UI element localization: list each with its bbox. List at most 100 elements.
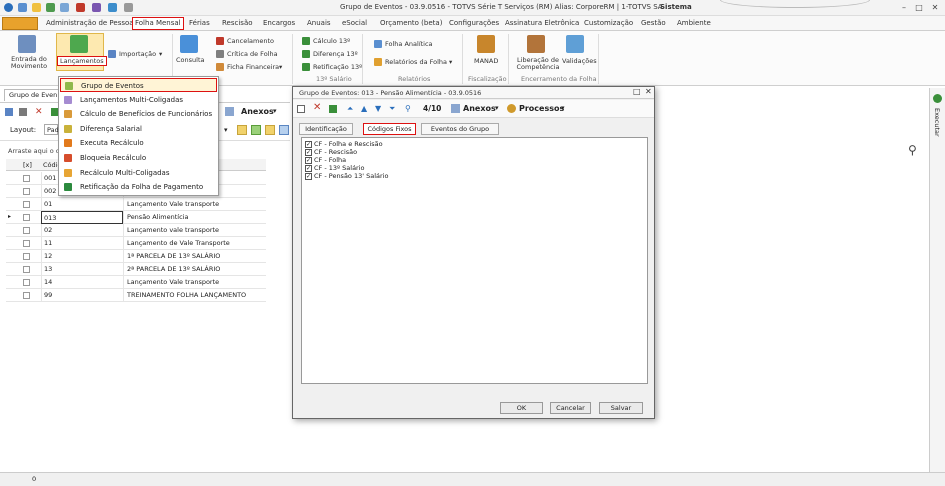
app-menu-button[interactable] [2,17,38,30]
table-row[interactable]: 13 2ª PARCELA DE 13º SALÁRIO [6,263,266,276]
settings-icon[interactable] [92,3,101,12]
tab-rescisao[interactable]: Rescisão [222,19,253,27]
close-icon[interactable]: ✕ [930,3,940,12]
list-item-checkbox[interactable]: ✓ [305,173,312,180]
critica-folha-button[interactable]: Crítica de Folha [227,50,278,58]
customize-icon[interactable] [124,3,133,12]
menu-item[interactable]: Diferença Salarial [60,122,217,136]
list-item-checkbox[interactable]: ✓ [305,165,312,172]
menu-item[interactable]: Retificação da Folha de Pagamento [60,180,217,194]
table-row[interactable]: 02 Lançamento vale transporte [6,224,266,237]
ok-button[interactable]: OK [500,402,543,414]
edit-icon[interactable] [19,108,27,116]
window-icon[interactable] [60,3,69,12]
search-record-icon[interactable]: ⚲ [405,104,411,113]
row-checkbox[interactable] [23,214,30,221]
layout-option4-icon[interactable] [279,125,289,135]
row-checkbox[interactable] [23,175,30,182]
importacao-button[interactable]: Importação [119,50,156,58]
processos-dropdown-icon[interactable]: ▾ [561,104,565,112]
dialog-maximize-icon[interactable]: □ [633,87,641,96]
row-checkbox[interactable] [23,227,30,234]
list-item-checkbox[interactable]: ✓ [305,157,312,164]
cancelamento-button[interactable]: Cancelamento [227,37,274,45]
doc-tab-grupo-eventos[interactable]: Grupo de Even [4,89,63,101]
ficha-dropdown-icon[interactable]: ▾ [279,63,282,71]
processos-button[interactable]: Processos [519,104,564,113]
retificacao13-button[interactable]: Retificação 13º [313,63,362,71]
last-record-icon[interactable]: ⏷ [389,104,395,114]
tab-ferias[interactable]: Férias [189,19,210,27]
prev-record-icon[interactable]: ▲ [361,104,367,113]
row-checkbox[interactable] [23,292,30,299]
run-icon[interactable] [933,94,942,103]
manad-button[interactable]: MANAD [474,57,498,65]
save-button[interactable]: Salvar [599,402,643,414]
delete-record-icon[interactable]: ✕ [313,103,321,113]
consulta-button[interactable]: Consulta [176,56,204,64]
maximize-icon[interactable]: □ [914,3,924,12]
dialog-anexos-dropdown-icon[interactable]: ▾ [495,104,499,112]
layout-select[interactable]: Pad [44,124,59,135]
table-row[interactable]: 12 1ª PARCELA DE 13º SALÁRIO [6,250,266,263]
diferenca13-button[interactable]: Diferença 13º [313,50,358,58]
layout-option3-icon[interactable] [265,125,275,135]
gear-icon[interactable] [507,104,516,113]
row-checkbox[interactable] [23,188,30,195]
table-row[interactable]: ▸ 013 Pensão Alimentícia [6,211,266,224]
tab-configuracoes[interactable]: Configurações [449,19,499,27]
calculo13-button[interactable]: Cálculo 13º [313,37,350,45]
table-row[interactable]: 14 Lançamento Vale transporte [6,276,266,289]
ficha-financeira-button[interactable]: Ficha Financeira [227,63,279,71]
tab-folha-mensal[interactable]: Folha Mensal [132,17,184,30]
menu-item[interactable]: Grupo de Eventos [60,78,217,92]
menu-item[interactable]: Recálculo Multi-Coligadas [60,166,217,180]
tab-customizacao[interactable]: Customização [584,19,633,27]
refresh-icon[interactable] [46,3,55,12]
menu-item[interactable]: Cálculo de Benefícios de Funcionários [60,107,217,121]
menu-item[interactable]: Bloqueia Recálculo [60,151,217,165]
list-item-checkbox[interactable]: ✓ [305,141,312,148]
people-icon[interactable] [18,35,36,53]
dialog-anexos-button[interactable]: Anexos [463,104,496,113]
row-checkbox[interactable] [23,201,30,208]
tab-identificacao[interactable]: Identificação [299,123,353,135]
user-icon[interactable] [108,3,117,12]
row-checkbox[interactable] [23,279,30,286]
help-icon[interactable] [76,3,85,12]
save-icon[interactable] [18,3,27,12]
next-record-icon[interactable]: ▼ [375,104,381,113]
table-row[interactable]: 01 Lançamento Vale transporte [6,198,266,211]
row-checkbox[interactable] [23,266,30,273]
dialog-close-icon[interactable]: ✕ [645,87,652,96]
layout-option2-icon[interactable] [251,125,261,135]
table-row[interactable]: 99 TREINAMENTO FOLHA LANÇAMENTO [6,289,266,302]
menu-item[interactable]: Lançamentos Multi-Coligadas [60,93,217,107]
entrada-movimento-button[interactable]: Entrada do Movimento [8,56,50,70]
row-checkbox[interactable] [23,253,30,260]
importacao-dropdown-icon[interactable]: ▾ [159,50,162,58]
folder-icon[interactable] [32,3,41,12]
search-icon[interactable]: ⚲ [908,143,917,157]
tab-codigos-fixos[interactable]: Códigos Fixos [363,123,416,135]
tab-gestao[interactable]: Gestão [641,19,666,27]
attach-icon[interactable] [451,104,460,113]
new-icon[interactable] [5,108,13,116]
tab-esocial[interactable]: eSocial [342,19,367,27]
layout-option1-icon[interactable] [237,125,247,135]
menu-item[interactable]: Executa Recálculo [60,136,217,150]
relatorios-dropdown-icon[interactable]: ▾ [449,58,452,66]
anexos-dropdown-icon[interactable]: ▾ [273,107,277,115]
table-row[interactable]: 11 Lançamento de Vale Transporte [6,237,266,250]
cancel-button[interactable]: Cancelar [550,402,591,414]
tab-encargos[interactable]: Encargos [263,19,295,27]
liberacao-competencia-button[interactable]: Liberação de Competência [516,57,560,71]
lancamentos-label[interactable]: Lançamentos [57,56,107,66]
minimize-icon[interactable]: – [899,3,909,12]
tab-orcamento[interactable]: Orçamento (beta) [380,19,442,27]
delete-icon[interactable]: ✕ [35,107,43,117]
validacoes-button[interactable]: Validações [562,57,597,65]
tab-eventos-grupo[interactable]: Eventos do Grupo [421,123,499,135]
relatorios-folha-button[interactable]: Relatórios da Folha [385,58,447,66]
tab-anuais[interactable]: Anuais [307,19,331,27]
